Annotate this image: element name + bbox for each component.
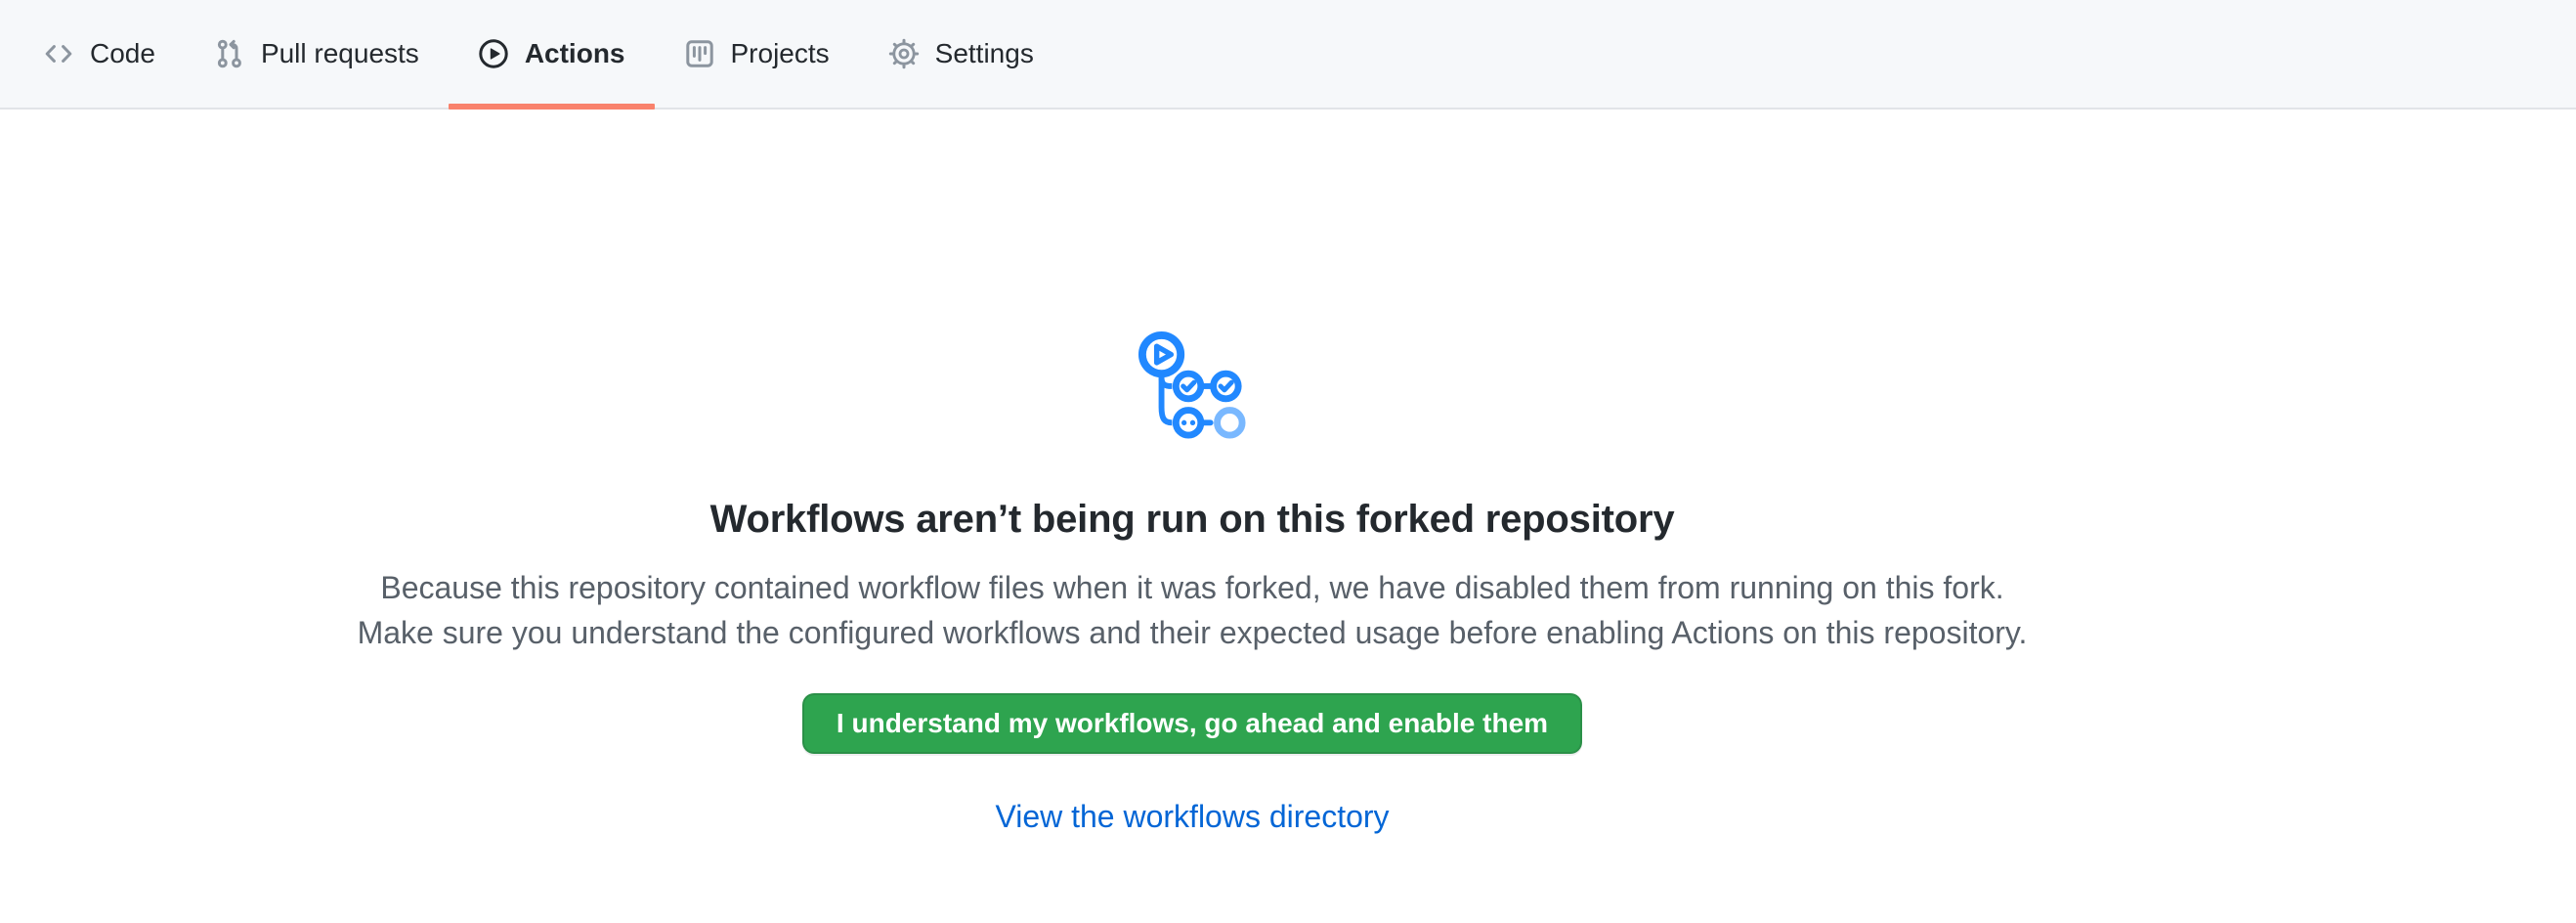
pull-request-icon — [214, 38, 245, 69]
tab-pull-requests[interactable]: Pull requests — [185, 0, 449, 108]
blankslate-description: Because this repository contained workfl… — [352, 565, 2033, 656]
tab-label: Projects — [731, 40, 830, 67]
tab-label: Actions — [525, 40, 625, 67]
repo-tab-bar: Code Pull requests Actions — [0, 0, 2576, 110]
tab-projects[interactable]: Projects — [655, 0, 859, 108]
actions-blankslate: Workflows aren’t being run on this forke… — [0, 110, 2384, 835]
tab-label: Code — [90, 40, 155, 67]
tab-code[interactable]: Code — [14, 0, 185, 108]
code-icon — [43, 38, 74, 69]
gear-icon — [888, 38, 920, 69]
project-icon — [684, 38, 715, 69]
tab-label: Settings — [935, 40, 1034, 67]
page-title: Workflows aren’t being run on this forke… — [0, 498, 2384, 542]
view-workflows-directory-link[interactable]: View the workflows directory — [995, 799, 1389, 834]
tab-actions[interactable]: Actions — [449, 0, 655, 108]
tab-label: Pull requests — [261, 40, 419, 67]
tab-settings[interactable]: Settings — [859, 0, 1063, 108]
play-circle-icon — [478, 38, 509, 69]
enable-workflows-button[interactable]: I understand my workflows, go ahead and … — [802, 693, 1582, 754]
workflow-graph-icon — [1137, 330, 1248, 440]
